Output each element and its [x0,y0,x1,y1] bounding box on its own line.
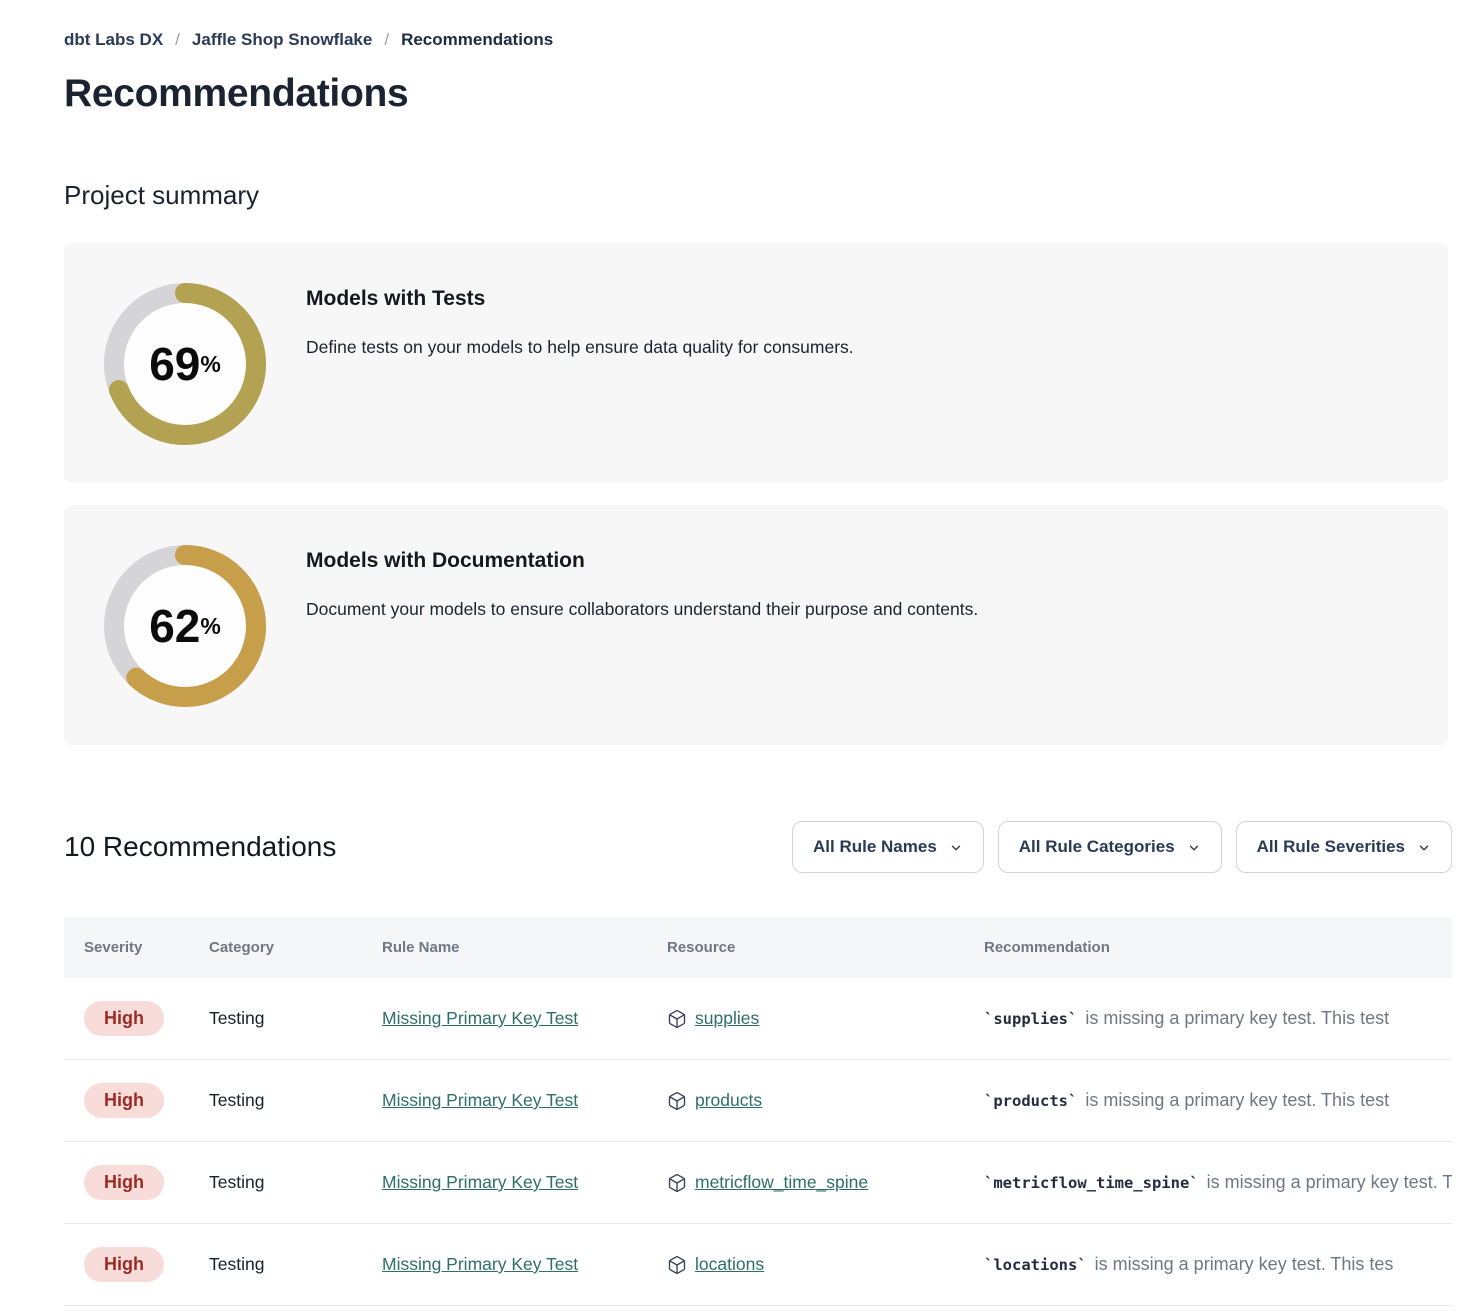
donut-percent-label: 69 % [102,281,268,447]
category-cell: Testing [189,1008,362,1029]
card-title: Models with Tests [306,287,854,311]
summary-card-models-with-tests: 69 % Models with Tests Define tests on y… [64,243,1448,483]
card-description: Define tests on your models to help ensu… [306,337,854,358]
model-cube-icon [667,1009,687,1029]
rule-name-link[interactable]: Missing Primary Key Test [382,1090,578,1110]
breadcrumb: dbt Labs DX / Jaffle Shop Snowflake / Re… [64,30,1452,50]
filter-label: All Rule Severities [1257,837,1405,857]
severity-badge: High [84,1165,164,1200]
donut-percent-label: 62 % [102,543,268,709]
percent-sign: % [200,353,220,376]
severity-cell: High [64,1083,189,1118]
column-header-recommendation: Recommendation [964,939,1452,956]
column-header-category: Category [189,939,362,956]
model-cube-icon [667,1255,687,1275]
percent-sign: % [200,615,220,638]
resource-cell: supplies [647,1008,964,1029]
breadcrumb-item-current: Recommendations [401,30,553,50]
severity-badge: High [84,1247,164,1282]
breadcrumb-item-project[interactable]: Jaffle Shop Snowflake [192,30,372,50]
page-title: Recommendations [64,72,1452,116]
resource-code: `supplies` [984,1010,1077,1028]
recommendations-list-header: 10 Recommendations All Rule Names All Ru… [64,821,1452,873]
chevron-down-icon [1187,841,1201,855]
resource-link[interactable]: products [695,1090,762,1111]
table-row: High Testing Missing Primary Key Test pr… [64,1060,1452,1142]
category-cell: Testing [189,1090,362,1111]
recommendation-text: is missing a primary key test. This test [1207,1172,1452,1193]
recommendation-cell: `metricflow_time_spine` is missing a pri… [964,1172,1452,1193]
resource-cell: products [647,1090,964,1111]
category-cell: Testing [189,1172,362,1193]
table-row: High Testing Missing Primary Key Test lo… [64,1224,1452,1306]
recommendation-cell: `locations` is missing a primary key tes… [964,1254,1452,1275]
table-row: High Testing Missing Primary Key Test su… [64,978,1452,1060]
resource-link[interactable]: supplies [695,1008,759,1029]
recommendations-count-heading: 10 Recommendations [64,831,336,863]
filter-rule-severities-dropdown[interactable]: All Rule Severities [1236,821,1452,873]
severity-cell: High [64,1001,189,1036]
card-text: Models with Tests Define tests on your m… [306,281,854,358]
recommendations-page: dbt Labs DX / Jaffle Shop Snowflake / Re… [0,0,1484,1306]
severity-badge: High [84,1083,164,1118]
chevron-down-icon [949,841,963,855]
table-row: High Testing Missing Primary Key Test me… [64,1142,1452,1224]
severity-badge: High [84,1001,164,1036]
resource-link[interactable]: locations [695,1254,764,1275]
recommendation-text: is missing a primary key test. This test [1085,1090,1389,1111]
resource-cell: metricflow_time_spine [647,1172,964,1193]
severity-cell: High [64,1247,189,1282]
filter-bar: All Rule Names All Rule Categories All R… [792,821,1452,873]
breadcrumb-separator: / [175,30,180,50]
resource-code: `locations` [984,1256,1087,1274]
column-header-rule-name: Rule Name [362,939,647,956]
filter-rule-names-dropdown[interactable]: All Rule Names [792,821,984,873]
rule-name-link[interactable]: Missing Primary Key Test [382,1254,578,1274]
chevron-down-icon [1417,841,1431,855]
card-description: Document your models to ensure collabora… [306,599,978,620]
filter-rule-categories-dropdown[interactable]: All Rule Categories [998,821,1222,873]
recommendation-text: is missing a primary key test. This tes [1095,1254,1394,1275]
donut-chart-tests: 69 % [102,281,268,447]
donut-chart-documentation: 62 % [102,543,268,709]
model-cube-icon [667,1173,687,1193]
filter-label: All Rule Categories [1019,837,1175,857]
card-title: Models with Documentation [306,549,978,573]
column-header-resource: Resource [647,939,964,956]
recommendation-cell: `supplies` is missing a primary key test… [964,1008,1452,1029]
table-header-row: Severity Category Rule Name Resource Rec… [64,917,1452,978]
filter-label: All Rule Names [813,837,937,857]
resource-code: `products` [984,1092,1077,1110]
resource-link[interactable]: metricflow_time_spine [695,1172,868,1193]
breadcrumb-item-account[interactable]: dbt Labs DX [64,30,163,50]
category-cell: Testing [189,1254,362,1275]
breadcrumb-separator: / [384,30,389,50]
summary-card-models-with-documentation: 62 % Models with Documentation Document … [64,505,1448,745]
resource-code: `metricflow_time_spine` [984,1174,1199,1192]
project-summary-heading: Project summary [64,180,1452,211]
rule-name-link[interactable]: Missing Primary Key Test [382,1172,578,1192]
model-cube-icon [667,1091,687,1111]
card-text: Models with Documentation Document your … [306,543,978,620]
resource-cell: locations [647,1254,964,1275]
recommendation-cell: `products` is missing a primary key test… [964,1090,1452,1111]
recommendations-table: Severity Category Rule Name Resource Rec… [64,917,1452,1306]
donut-percent-value: 62 [149,603,200,649]
rule-name-link[interactable]: Missing Primary Key Test [382,1008,578,1028]
recommendation-text: is missing a primary key test. This test [1085,1008,1389,1029]
severity-cell: High [64,1165,189,1200]
column-header-severity: Severity [64,939,189,956]
donut-percent-value: 69 [149,341,200,387]
